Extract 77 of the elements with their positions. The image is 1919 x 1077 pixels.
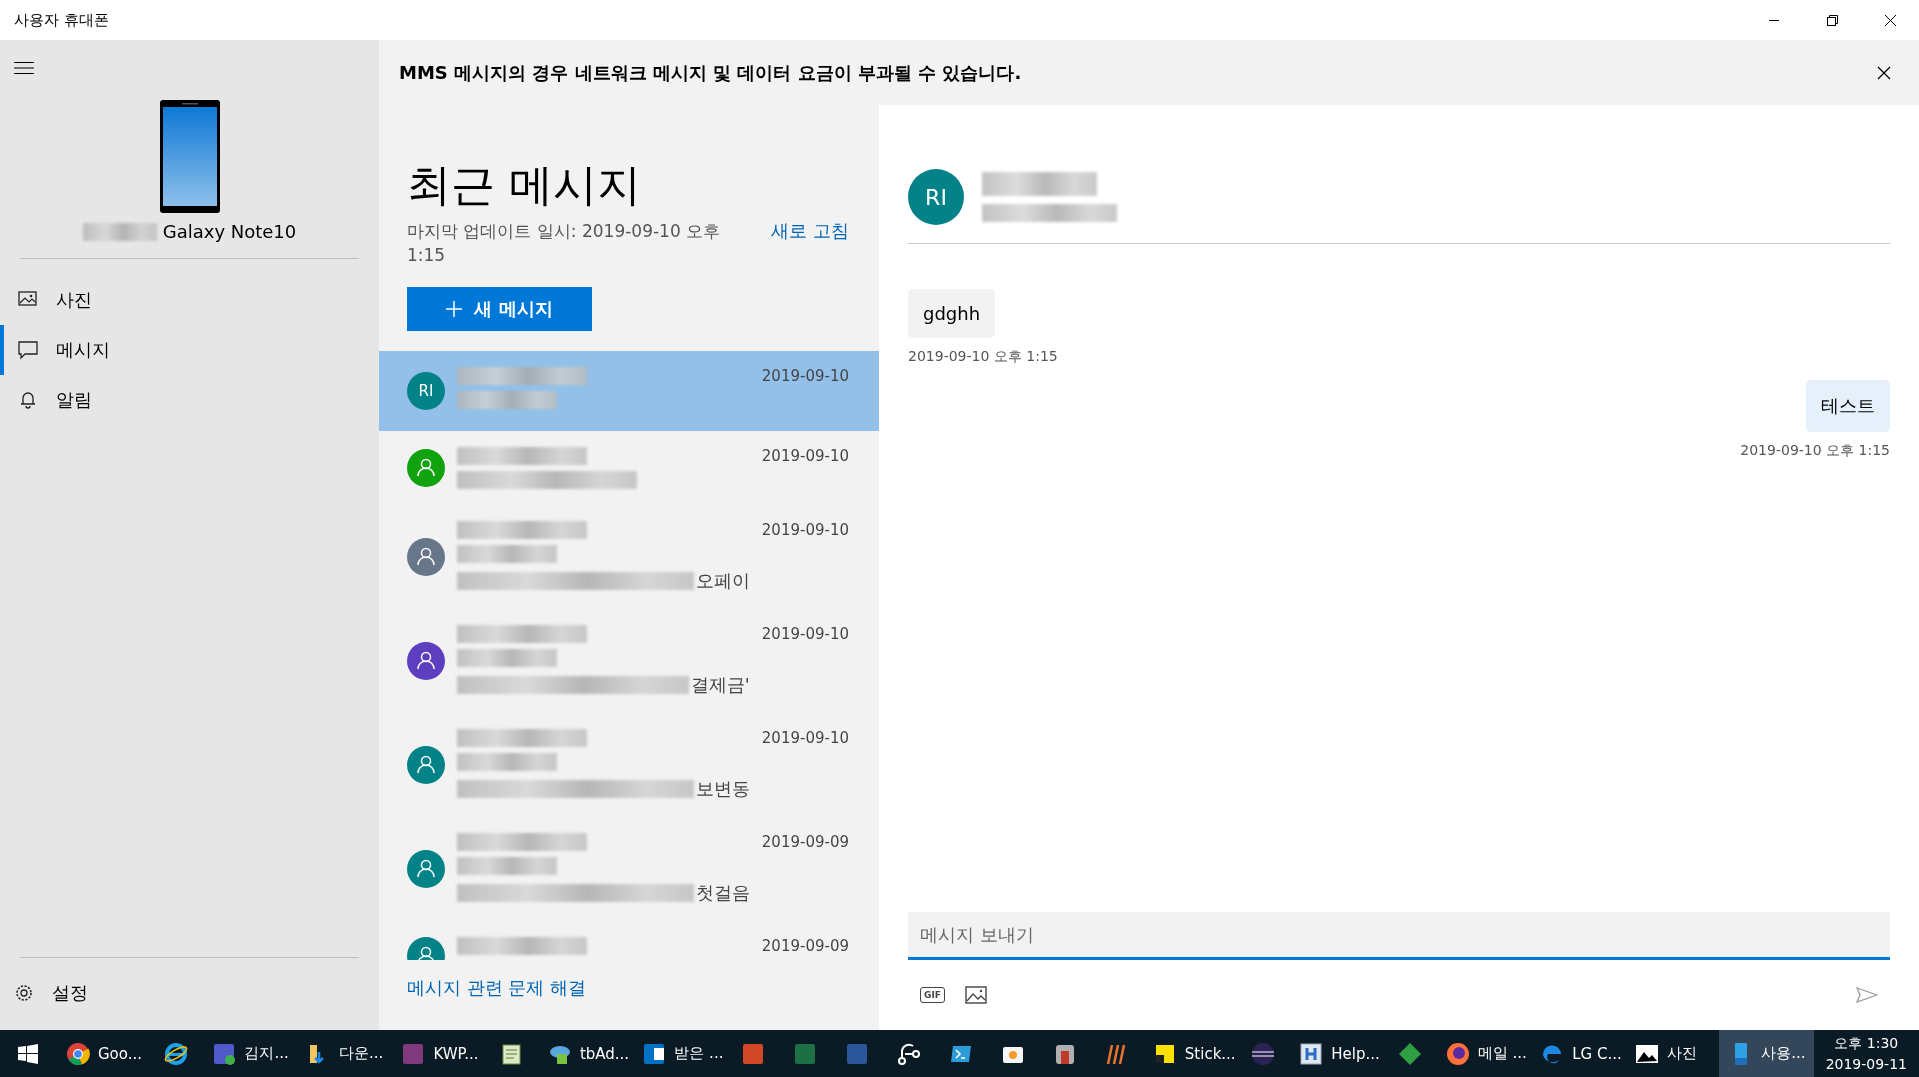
message-preview: 결제금' xyxy=(690,673,750,697)
chat-app-icon xyxy=(212,1041,237,1066)
browser-icon xyxy=(66,1041,90,1066)
slides-app-icon xyxy=(740,1041,765,1066)
contact-avatar: RI xyxy=(407,372,445,410)
notebook-icon xyxy=(401,1041,426,1066)
help-app-icon xyxy=(1299,1041,1324,1066)
conversation-item[interactable]: 2019-09-09 xyxy=(379,921,879,960)
browser-icon xyxy=(1445,1041,1470,1066)
message-preview: 오페이 xyxy=(695,569,750,593)
message-date: 2019-09-10 xyxy=(761,729,849,749)
notepad-icon xyxy=(499,1041,524,1066)
taskbar-item[interactable]: LG C... xyxy=(1530,1030,1625,1077)
clock-date: 2019-09-11 xyxy=(1825,1056,1907,1072)
message-preview: 보변동 xyxy=(695,777,750,801)
taskbar-item[interactable]: Help... xyxy=(1289,1030,1384,1077)
message-time: 2019-09-10 오후 1:15 xyxy=(1740,442,1890,460)
send-icon[interactable] xyxy=(1856,987,1878,1003)
nav-item[interactable]: 사진 xyxy=(0,275,379,325)
message-date: 2019-09-10 xyxy=(761,625,849,645)
message-preview: 첫걸음 xyxy=(695,881,750,905)
message-date: 2019-09-10 xyxy=(761,447,849,467)
conversation-item[interactable]: 첫걸음 2019-09-09 xyxy=(379,817,879,921)
last-updated-text: 마지막 업데이트 일시: 2019-09-10 오후 1:15 xyxy=(407,220,722,267)
message-date: 2019-09-09 xyxy=(761,833,849,853)
diamond-icon xyxy=(1397,1041,1422,1066)
close-icon xyxy=(1877,65,1891,80)
clock-time: 오후 1:30 xyxy=(1834,1035,1899,1053)
restore-icon xyxy=(1826,14,1838,26)
image-icon[interactable] xyxy=(964,986,987,1004)
message-date: 2019-09-10 xyxy=(761,367,849,387)
taskbar-item[interactable]: 사용... xyxy=(1719,1030,1814,1077)
taskbar-item[interactable]: Stick... xyxy=(1142,1030,1238,1077)
taskbar-item[interactable]: tbAd... xyxy=(537,1030,633,1077)
settings-icon xyxy=(14,983,34,1003)
taskbar-item[interactable]: 사진 xyxy=(1624,1030,1720,1077)
document-app-icon xyxy=(844,1041,869,1066)
bell-icon xyxy=(18,390,38,410)
chat-bubble-icon xyxy=(18,340,38,360)
message-input[interactable]: 메시지 보내기 xyxy=(908,912,1890,960)
close-icon xyxy=(1884,14,1896,26)
taskbar-item[interactable]: 받은 ... xyxy=(632,1030,727,1077)
conversation-item[interactable]: 2019-09-10 xyxy=(379,431,879,505)
conversation-item[interactable]: 결제금' 2019-09-10 xyxy=(379,609,879,713)
conversation-item[interactable]: 보변동 2019-09-10 xyxy=(379,713,879,817)
refresh-link[interactable]: 새로 고침 xyxy=(771,219,849,243)
device-name: Galaxy Note10 xyxy=(162,221,297,242)
taskbar-item[interactable]: KWP... xyxy=(391,1030,486,1077)
window-title: 사용자 휴대폰 xyxy=(14,10,110,30)
plus-icon xyxy=(446,301,463,317)
message-date: 2019-09-10 xyxy=(761,521,849,541)
new-message-button[interactable]: 새 메시지 xyxy=(407,287,592,331)
message-bubble: 테스트 xyxy=(1806,380,1890,432)
settings-item[interactable]: 설정 xyxy=(0,968,379,1030)
taskbar-item[interactable]: 메일 ... xyxy=(1435,1030,1531,1077)
menu-button[interactable] xyxy=(14,62,34,74)
notice-text: MMS 메시지의 경우 네트워크 메시지 및 데이터 요금이 부과될 수 있습니다. xyxy=(399,60,1023,85)
contact-avatar: RI xyxy=(908,169,964,225)
conversation-item[interactable]: 오페이 2019-09-10 xyxy=(379,505,879,609)
browser-icon xyxy=(164,1041,189,1066)
message-time: 2019-09-10 오후 1:15 xyxy=(908,348,1058,366)
message-bubble: gdghh xyxy=(908,289,996,338)
menu-icon xyxy=(14,62,34,74)
taskbar-item[interactable]: 김지... xyxy=(202,1030,297,1077)
taskbar-item[interactable]: Goo... xyxy=(56,1030,151,1077)
page-heading: 최근 메시지 xyxy=(407,158,642,212)
spreadsheet-app-icon xyxy=(792,1041,817,1066)
taskbar-item[interactable]: 다운... xyxy=(296,1030,392,1077)
mail-app-icon xyxy=(642,1041,667,1066)
conversation-item[interactable]: RI 2019-09-10 xyxy=(379,351,879,431)
gif-button[interactable]: GIF xyxy=(920,987,945,1003)
globe-icon xyxy=(1251,1041,1276,1066)
share-icon xyxy=(896,1041,921,1066)
troubleshoot-link[interactable]: 메시지 관련 문제 해결 xyxy=(407,976,879,1000)
message-date: 2019-09-09 xyxy=(761,937,849,957)
windows-icon xyxy=(18,1043,38,1064)
nav-item[interactable]: 알림 xyxy=(0,375,379,425)
